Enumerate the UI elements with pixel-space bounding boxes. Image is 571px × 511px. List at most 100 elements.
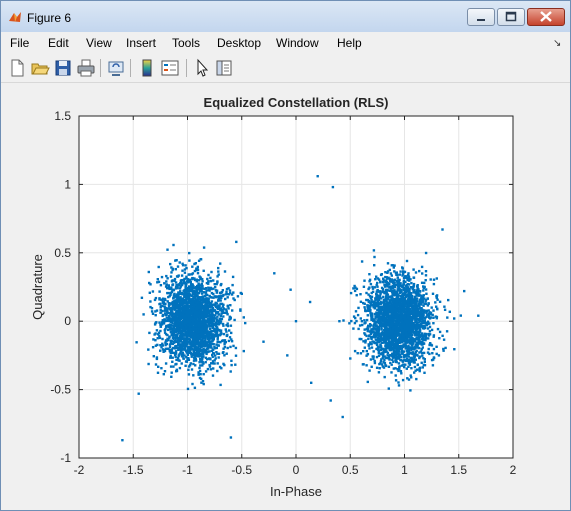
data-point bbox=[396, 343, 399, 347]
data-point bbox=[169, 312, 172, 316]
data-point bbox=[228, 289, 232, 292]
data-point bbox=[366, 329, 369, 333]
data-point bbox=[175, 293, 179, 296]
data-point bbox=[209, 276, 212, 280]
data-point bbox=[197, 373, 200, 376]
data-point bbox=[165, 313, 168, 317]
data-point bbox=[407, 319, 410, 322]
data-point bbox=[216, 340, 219, 344]
link-icon[interactable] bbox=[106, 58, 126, 78]
data-point bbox=[401, 325, 404, 329]
property-editor-icon[interactable] bbox=[214, 58, 234, 78]
legend-icon[interactable] bbox=[160, 58, 180, 78]
data-point bbox=[403, 328, 407, 331]
data-point bbox=[395, 348, 398, 351]
data-point bbox=[349, 291, 353, 295]
data-point bbox=[159, 284, 163, 287]
data-point bbox=[420, 348, 423, 351]
data-point bbox=[180, 324, 184, 327]
menu-help[interactable]: Help bbox=[337, 36, 362, 50]
data-point bbox=[383, 361, 387, 365]
data-point bbox=[205, 316, 208, 319]
colorbar-icon[interactable] bbox=[137, 58, 157, 78]
title-bar[interactable]: Figure 6 bbox=[1, 1, 570, 32]
data-point bbox=[170, 340, 174, 343]
data-point bbox=[216, 369, 219, 373]
data-point bbox=[385, 280, 388, 284]
data-point bbox=[225, 290, 228, 293]
data-point bbox=[177, 339, 181, 342]
data-point bbox=[167, 285, 170, 288]
data-point bbox=[396, 300, 399, 303]
data-point bbox=[164, 362, 168, 365]
data-point bbox=[369, 301, 372, 304]
menu-tools[interactable]: Tools bbox=[172, 36, 200, 50]
data-point bbox=[406, 286, 410, 289]
maximize-button[interactable] bbox=[497, 8, 525, 26]
data-point bbox=[388, 296, 391, 299]
data-point bbox=[216, 280, 219, 283]
data-point bbox=[202, 246, 206, 249]
menu-view[interactable]: View bbox=[86, 36, 112, 50]
data-point bbox=[201, 280, 204, 283]
scatter-plot[interactable]: -2 -1.5 -1 -0.5 0 0.5 1 1.5 2 -1-0.500.511.5 Equ… bbox=[6, 84, 567, 506]
data-point bbox=[376, 312, 379, 316]
data-point bbox=[429, 342, 432, 345]
data-point bbox=[382, 366, 386, 369]
data-point bbox=[167, 295, 170, 299]
data-point bbox=[197, 283, 201, 286]
data-point bbox=[369, 309, 372, 312]
data-point bbox=[219, 383, 222, 387]
data-point bbox=[227, 307, 230, 310]
menu-desktop[interactable]: Desktop bbox=[217, 36, 261, 50]
data-point bbox=[197, 349, 200, 352]
data-point bbox=[379, 343, 382, 346]
data-point bbox=[153, 333, 156, 336]
data-point bbox=[193, 316, 196, 319]
data-point bbox=[211, 340, 214, 343]
menu-insert[interactable]: Insert bbox=[126, 36, 156, 50]
new-file-icon[interactable] bbox=[7, 58, 27, 78]
menu-file[interactable]: File bbox=[10, 36, 29, 50]
data-point bbox=[413, 353, 417, 356]
pointer-icon[interactable] bbox=[192, 58, 212, 78]
data-point bbox=[370, 365, 373, 368]
data-point bbox=[391, 314, 394, 317]
data-point bbox=[208, 305, 211, 309]
data-point bbox=[405, 259, 409, 263]
data-point bbox=[174, 306, 177, 309]
minimize-button[interactable] bbox=[467, 8, 495, 26]
data-point bbox=[391, 293, 394, 296]
data-point bbox=[171, 327, 174, 331]
data-point bbox=[163, 318, 166, 321]
data-point bbox=[438, 337, 441, 340]
close-button[interactable] bbox=[527, 8, 565, 26]
data-point bbox=[201, 325, 204, 328]
data-point bbox=[192, 285, 195, 288]
data-point bbox=[196, 355, 200, 358]
data-point bbox=[184, 364, 187, 367]
data-point bbox=[162, 373, 165, 376]
data-point bbox=[169, 320, 173, 324]
menu-edit[interactable]: Edit bbox=[48, 36, 69, 50]
data-point bbox=[233, 318, 236, 322]
data-point bbox=[181, 328, 184, 331]
data-point bbox=[435, 277, 438, 280]
data-point bbox=[388, 354, 391, 358]
menu-window[interactable]: Window bbox=[276, 36, 319, 50]
data-point bbox=[195, 337, 198, 341]
print-icon[interactable] bbox=[76, 58, 96, 78]
data-point bbox=[432, 278, 436, 281]
data-point bbox=[428, 311, 431, 314]
data-point bbox=[165, 280, 168, 283]
data-point bbox=[197, 296, 200, 300]
open-file-icon[interactable] bbox=[30, 58, 50, 78]
dock-arrow-icon[interactable]: ↘ bbox=[553, 38, 561, 49]
data-point bbox=[390, 274, 393, 277]
data-point bbox=[414, 323, 417, 326]
data-point bbox=[212, 292, 215, 296]
data-point bbox=[407, 334, 410, 338]
save-icon[interactable] bbox=[53, 58, 73, 78]
data-point bbox=[229, 324, 233, 327]
data-point bbox=[217, 305, 220, 308]
